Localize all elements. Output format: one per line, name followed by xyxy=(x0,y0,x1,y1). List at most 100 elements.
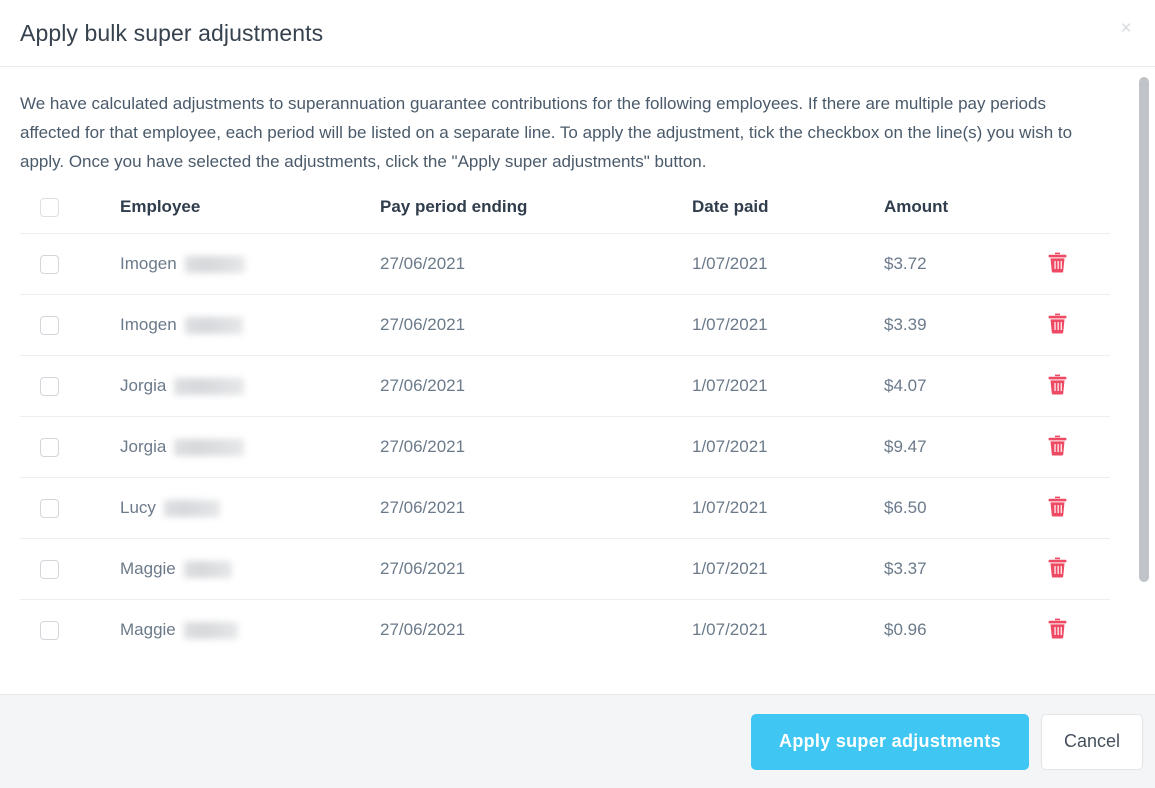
row-select-cell xyxy=(20,294,120,357)
table-row: Maggie 27/06/2021 1/07/2021 $3.37 xyxy=(20,538,1110,601)
employee-surname-redacted xyxy=(184,316,243,334)
scroll-viewport: We have calculated adjustments to supera… xyxy=(0,67,1155,694)
employee-first-name: Jorgia xyxy=(120,437,167,457)
trash-icon[interactable] xyxy=(1044,433,1070,459)
column-header-employee: Employee xyxy=(120,197,380,235)
delete-cell xyxy=(1044,355,1110,418)
delete-cell xyxy=(1044,294,1110,357)
employee-surname-redacted xyxy=(174,438,245,456)
amount-cell: $3.37 xyxy=(884,538,1044,601)
dialog-header: Apply bulk super adjustments × xyxy=(0,0,1155,67)
table-row: Lucy 27/06/2021 1/07/2021 $6.50 xyxy=(20,477,1110,540)
employee-cell: Imogen xyxy=(120,294,380,357)
pay-period-ending-cell: 27/06/2021 xyxy=(380,538,692,601)
employee-cell: Jorgia xyxy=(120,355,380,418)
date-paid-cell: 1/07/2021 xyxy=(692,477,884,540)
column-header-date-paid: Date paid xyxy=(692,197,884,235)
apply-bulk-super-adjustments-dialog: Apply bulk super adjustments × We have c… xyxy=(0,0,1155,788)
cancel-button[interactable]: Cancel xyxy=(1040,713,1143,770)
row-select-cell xyxy=(20,233,120,296)
employee-surname-redacted xyxy=(183,560,232,578)
table-row: Maggie 27/06/2021 1/07/2021 $0.96 xyxy=(20,600,1110,661)
trash-icon[interactable] xyxy=(1044,311,1070,337)
pay-period-ending-cell: 27/06/2021 xyxy=(380,416,692,479)
table-row: Imogen 27/06/2021 1/07/2021 $3.72 xyxy=(20,233,1110,296)
pay-period-ending-cell: 27/06/2021 xyxy=(380,294,692,357)
date-paid-cell: 1/07/2021 xyxy=(692,416,884,479)
adjustments-table: Employee Pay period ending Date paid Amo… xyxy=(20,197,1110,660)
dialog-footer: Apply super adjustments Cancel xyxy=(0,694,1155,788)
delete-cell xyxy=(1044,600,1110,661)
row-select-cell xyxy=(20,600,120,661)
delete-cell xyxy=(1044,233,1110,296)
employee-first-name: Lucy xyxy=(120,498,156,518)
table-row: Jorgia 27/06/2021 1/07/2021 $4.07 xyxy=(20,355,1110,418)
scroll-content: We have calculated adjustments to supera… xyxy=(0,67,1155,660)
table-row: Imogen 27/06/2021 1/07/2021 $3.39 xyxy=(20,294,1110,357)
trash-icon[interactable] xyxy=(1044,555,1070,581)
pay-period-ending-cell: 27/06/2021 xyxy=(380,477,692,540)
delete-cell xyxy=(1044,416,1110,479)
employee-surname-redacted xyxy=(184,255,245,273)
employee-first-name: Maggie xyxy=(120,559,176,579)
table-header: Employee Pay period ending Date paid Amo… xyxy=(20,197,1110,235)
employee-cell: Lucy xyxy=(120,477,380,540)
date-paid-cell: 1/07/2021 xyxy=(692,355,884,418)
row-checkbox[interactable] xyxy=(40,499,59,519)
vertical-scrollbar-thumb[interactable] xyxy=(1139,77,1149,582)
row-select-cell xyxy=(20,477,120,540)
row-select-cell xyxy=(20,355,120,418)
employee-first-name: Jorgia xyxy=(120,376,167,396)
trash-icon[interactable] xyxy=(1044,250,1070,276)
row-checkbox[interactable] xyxy=(40,377,59,397)
trash-icon[interactable] xyxy=(1044,616,1070,642)
delete-cell xyxy=(1044,538,1110,601)
vertical-scrollbar-track[interactable] xyxy=(1139,71,1149,690)
date-paid-cell: 1/07/2021 xyxy=(692,233,884,296)
employee-surname-redacted xyxy=(163,499,220,517)
date-paid-cell: 1/07/2021 xyxy=(692,620,768,640)
employee-cell: Maggie xyxy=(120,600,380,661)
trash-icon[interactable] xyxy=(1044,494,1070,520)
column-header-pay-period-ending: Pay period ending xyxy=(380,197,692,235)
row-select-cell xyxy=(20,416,120,479)
row-checkbox[interactable] xyxy=(40,255,59,275)
delete-cell xyxy=(1044,477,1110,540)
employee-first-name: Maggie xyxy=(120,620,176,640)
table-row: Jorgia 27/06/2021 1/07/2021 $9.47 xyxy=(20,416,1110,479)
employee-cell: Maggie xyxy=(120,538,380,601)
row-checkbox[interactable] xyxy=(40,438,59,458)
pay-period-ending-cell: 27/06/2021 xyxy=(380,355,692,418)
amount-cell: $3.72 xyxy=(884,233,1044,296)
employee-surname-redacted xyxy=(183,621,238,639)
amount-cell: $9.47 xyxy=(884,416,1044,479)
row-checkbox[interactable] xyxy=(40,560,59,580)
row-select-cell xyxy=(20,538,120,601)
amount-cell: $6.50 xyxy=(884,477,1044,540)
column-header-actions xyxy=(1044,197,1110,235)
row-checkbox[interactable] xyxy=(40,316,59,336)
intro-paragraph: We have calculated adjustments to supera… xyxy=(20,94,1073,171)
close-icon[interactable]: × xyxy=(1111,13,1141,43)
amount-cell: $3.39 xyxy=(884,294,1044,357)
column-header-amount: Amount xyxy=(884,197,1044,235)
apply-super-adjustments-button[interactable]: Apply super adjustments xyxy=(751,713,1029,770)
table-body: Imogen 27/06/2021 1/07/2021 $3.72 Imogen 27/0… xyxy=(20,233,1110,661)
date-paid-cell: 1/07/2021 xyxy=(692,538,884,601)
employee-cell: Jorgia xyxy=(120,416,380,479)
dialog-body: We have calculated adjustments to supera… xyxy=(0,67,1155,694)
table-header-row: Employee Pay period ending Date paid Amo… xyxy=(20,197,1110,235)
page-title: Apply bulk super adjustments xyxy=(20,19,324,46)
select-all-header xyxy=(20,197,120,235)
trash-icon[interactable] xyxy=(1044,372,1070,398)
employee-cell: Imogen xyxy=(120,233,380,296)
employee-surname-redacted xyxy=(174,377,245,395)
employee-first-name: Imogen xyxy=(120,254,177,274)
date-paid-cell: 1/07/2021 xyxy=(692,294,884,357)
amount-cell: $4.07 xyxy=(884,355,1044,418)
pay-period-ending-cell: 27/06/2021 xyxy=(380,233,692,296)
select-all-checkbox[interactable] xyxy=(40,198,59,218)
row-checkbox[interactable] xyxy=(40,621,59,641)
pay-period-ending-cell: 27/06/2021 xyxy=(380,620,466,640)
employee-first-name: Imogen xyxy=(120,315,177,335)
